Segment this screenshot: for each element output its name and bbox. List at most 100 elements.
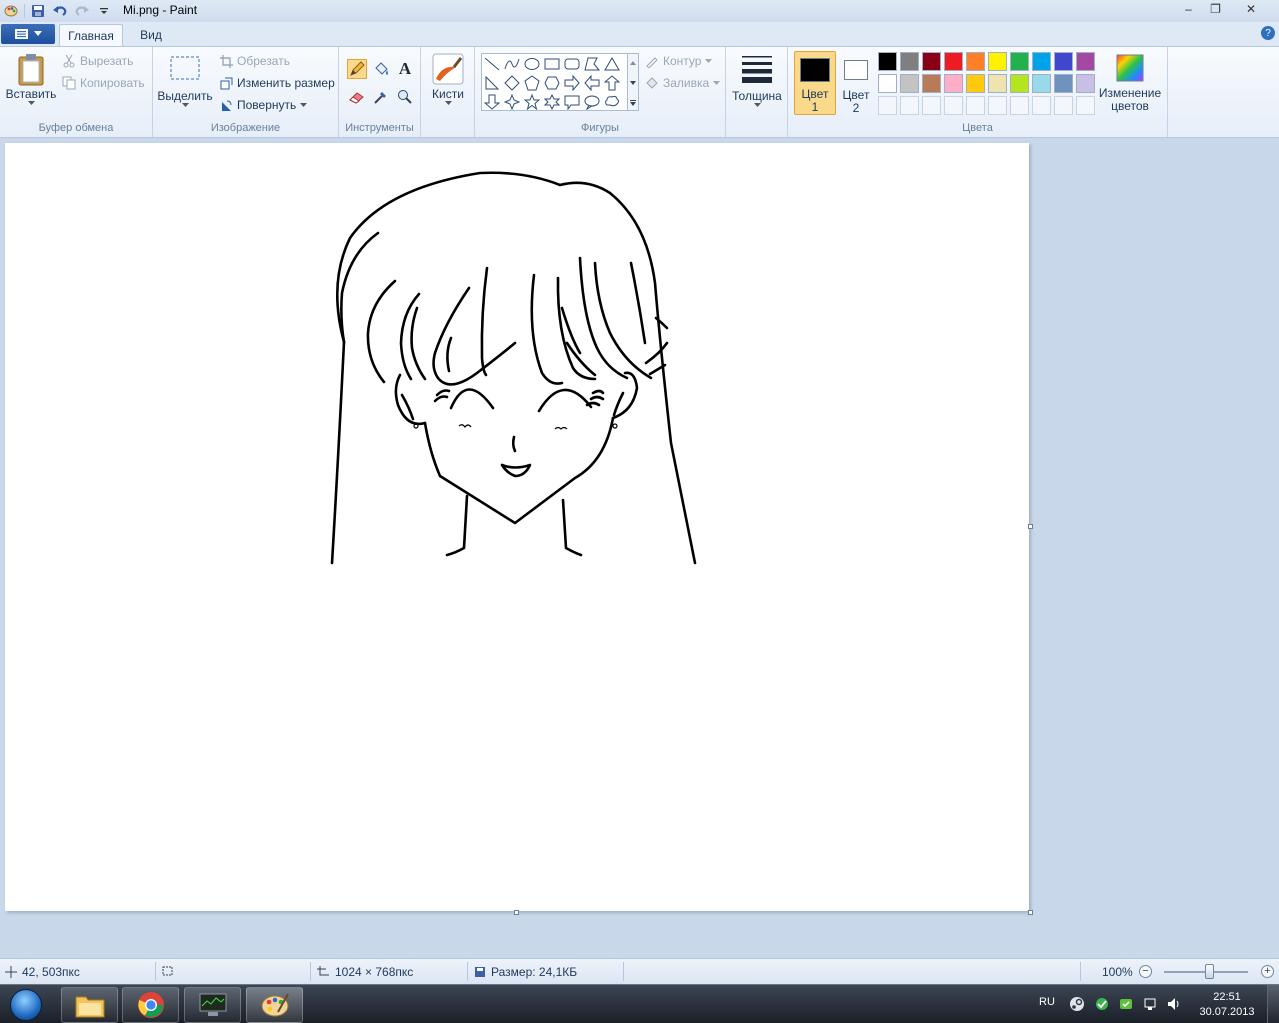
down-arrow-shape[interactable] [482, 92, 502, 112]
line-shape[interactable] [482, 54, 502, 74]
palette-swatch[interactable] [922, 52, 941, 71]
close-button[interactable]: ✕ [1229, 0, 1273, 18]
color2-button[interactable]: Цвет 2 [839, 51, 873, 115]
color1-button[interactable]: Цвет 1 [794, 51, 836, 115]
palette-swatch[interactable] [1076, 74, 1095, 93]
save-icon[interactable] [29, 2, 47, 20]
undo-icon[interactable] [51, 2, 69, 20]
cut-button[interactable]: Вырезать [62, 54, 133, 68]
palette-swatch[interactable] [1032, 74, 1051, 93]
palette-custom-slot[interactable] [922, 96, 941, 115]
palette-custom-slot[interactable] [1076, 96, 1095, 115]
polygon-shape[interactable] [582, 54, 602, 74]
five-point-star-shape[interactable] [522, 92, 542, 112]
zoom-slider-thumb[interactable] [1204, 964, 1214, 979]
resize-handle-right[interactable] [1028, 524, 1033, 529]
palette-custom-slot[interactable] [966, 96, 985, 115]
palette-custom-slot[interactable] [900, 96, 919, 115]
brushes-button[interactable]: Кисти [427, 53, 469, 106]
oval-callout-shape[interactable] [582, 92, 602, 112]
crop-button[interactable]: Обрезать [220, 54, 290, 68]
rectangle-shape[interactable] [542, 54, 562, 74]
zoom-out-button[interactable]: − [1139, 965, 1152, 978]
color-picker-tool[interactable] [371, 87, 391, 107]
customize-qat-icon[interactable] [95, 2, 113, 20]
palette-custom-slot[interactable] [944, 96, 963, 115]
curve-shape[interactable] [502, 54, 522, 74]
palette-swatch[interactable] [966, 74, 985, 93]
triangle-shape[interactable] [602, 54, 622, 74]
palette-swatch[interactable] [966, 52, 985, 71]
edit-colors-button[interactable]: Изменение цветов [1098, 53, 1162, 117]
steam-tray-icon[interactable] [1068, 995, 1086, 1013]
palette-custom-slot[interactable] [1032, 96, 1051, 115]
drawing-canvas[interactable] [5, 143, 1029, 911]
restore-button[interactable]: ❐ [1202, 0, 1229, 18]
text-tool[interactable]: A [395, 59, 415, 79]
rect-callout-shape[interactable] [562, 92, 582, 112]
language-indicator[interactable]: RU [1039, 996, 1055, 1008]
magnifier-tool[interactable] [395, 87, 415, 107]
right-arrow-shape[interactable] [562, 73, 582, 93]
paint-app-icon[interactable] [2, 2, 20, 20]
volume-tray-icon[interactable] [1165, 995, 1183, 1013]
minimize-button[interactable]: ‒ [1175, 0, 1202, 18]
palette-swatch[interactable] [944, 52, 963, 71]
pentagon-shape[interactable] [522, 73, 542, 93]
palette-swatch[interactable] [988, 74, 1007, 93]
outline-button[interactable]: Контур [645, 54, 713, 68]
redo-icon[interactable] [73, 2, 91, 20]
palette-custom-slot[interactable] [1010, 96, 1029, 115]
size-button[interactable]: Толщина [730, 53, 784, 108]
shapes-scrollbar[interactable] [627, 53, 639, 111]
resize-handle-bottom[interactable] [514, 910, 519, 915]
palette-swatch[interactable] [944, 74, 963, 93]
tab-view[interactable]: Вид [130, 24, 172, 46]
palette-swatch[interactable] [900, 52, 919, 71]
palette-swatch[interactable] [878, 52, 897, 71]
taskbar-explorer[interactable] [61, 987, 118, 1023]
network-tray-icon[interactable] [1093, 995, 1111, 1013]
palette-swatch[interactable] [1010, 52, 1029, 71]
palette-swatch[interactable] [988, 52, 1007, 71]
eraser-tool[interactable] [347, 87, 367, 107]
copy-button[interactable]: Копировать [62, 76, 145, 90]
palette-swatch[interactable] [922, 74, 941, 93]
palette-swatch[interactable] [1054, 74, 1073, 93]
paste-button[interactable]: Вставить [6, 53, 56, 106]
palette-custom-slot[interactable] [988, 96, 1007, 115]
palette-custom-slot[interactable] [878, 96, 897, 115]
right-triangle-shape[interactable] [482, 73, 502, 93]
select-button[interactable]: Выделить [157, 55, 213, 108]
rounded-rectangle-shape[interactable] [562, 54, 582, 74]
update-tray-icon[interactable] [1117, 995, 1135, 1013]
taskbar-monitor-app[interactable] [184, 987, 241, 1023]
palette-swatch[interactable] [900, 74, 919, 93]
cloud-callout-shape[interactable] [602, 92, 622, 112]
resize-button[interactable]: Изменить размер [220, 76, 335, 90]
diamond-shape[interactable] [502, 73, 522, 93]
resize-handle-corner[interactable] [1028, 910, 1033, 915]
action-center-tray-icon[interactable] [1141, 995, 1159, 1013]
four-point-star-shape[interactable] [502, 92, 522, 112]
hexagon-shape[interactable] [542, 73, 562, 93]
rotate-button[interactable]: Повернуть [220, 98, 308, 112]
help-icon[interactable]: ? [1261, 26, 1275, 40]
palette-swatch[interactable] [1076, 52, 1095, 71]
oval-shape[interactable] [522, 54, 542, 74]
palette-swatch[interactable] [1032, 52, 1051, 71]
taskbar-chrome[interactable] [122, 987, 179, 1023]
taskbar-paint[interactable] [246, 987, 303, 1023]
start-button[interactable] [6, 987, 46, 1023]
six-point-star-shape[interactable] [542, 92, 562, 112]
clock[interactable]: 22:51 30.07.2013 [1196, 990, 1258, 1020]
zoom-in-button[interactable]: + [1261, 965, 1274, 978]
palette-swatch[interactable] [1054, 52, 1073, 71]
palette-swatch[interactable] [1010, 74, 1029, 93]
fill-tool[interactable] [371, 59, 391, 79]
palette-swatch[interactable] [878, 74, 897, 93]
left-arrow-shape[interactable] [582, 73, 602, 93]
tab-home[interactable]: Главная [59, 24, 123, 46]
up-arrow-shape[interactable] [602, 73, 622, 93]
palette-custom-slot[interactable] [1054, 96, 1073, 115]
